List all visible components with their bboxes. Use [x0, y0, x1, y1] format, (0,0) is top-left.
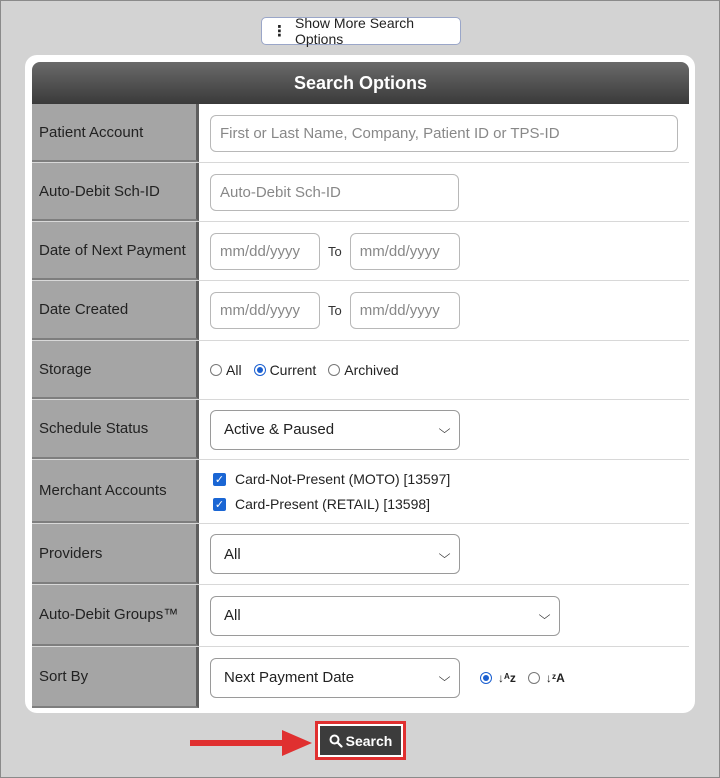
patient-account-input[interactable]: First or Last Name, Company, Patient ID …: [210, 114, 678, 152]
date-created-from-placeholder: mm/dd/yyyy: [220, 302, 301, 319]
next-payment-to-placeholder: mm/dd/yyyy: [359, 242, 440, 260]
sort-ascending-icon: ↓ᴬz: [498, 670, 516, 685]
date-created-label: Date Created: [32, 281, 199, 340]
arrow-right-icon: [190, 730, 312, 756]
auto-debit-id-placeholder: Auto-Debit Sch-ID: [220, 183, 341, 201]
schedule-status-label: Schedule Status: [32, 400, 199, 459]
chevron-down-icon: ⌵: [438, 670, 451, 684]
vertical-dots-icon: ⋮: [272, 23, 287, 40]
row-auto-debit-id: Auto-Debit Sch-ID Auto-Debit Sch-ID: [32, 163, 689, 222]
next-payment-to-label: To: [328, 243, 342, 259]
row-next-payment: Date of Next Payment mm/dd/yyyy To mm/dd…: [32, 222, 689, 281]
search-icon: [329, 734, 343, 748]
next-payment-to-input[interactable]: mm/dd/yyyy: [349, 232, 460, 270]
providers-value: All: [224, 545, 241, 563]
storage-option-archived-label: Archived: [344, 362, 399, 378]
radio-button-selected[interactable]: [253, 364, 266, 376]
row-storage: Storage All Current Archived: [32, 341, 689, 400]
auto-debit-groups-label: Auto-Debit Groups™: [32, 585, 199, 646]
chevron-down-icon: ⌵: [538, 608, 551, 622]
row-auto-debit-groups: Auto-Debit Groups™ All ⌵: [32, 585, 689, 647]
merchant-account-moto-label: Card-Not-Present (MOTO) [13597]: [235, 471, 451, 487]
search-button[interactable]: Search: [315, 721, 406, 760]
next-payment-from-input[interactable]: mm/dd/yyyy: [210, 232, 320, 270]
auto-debit-id-label: Auto-Debit Sch-ID: [32, 163, 199, 221]
next-payment-label: Date of Next Payment: [32, 222, 199, 280]
auto-debit-groups-select[interactable]: All ⌵: [210, 595, 560, 636]
next-payment-from-placeholder: mm/dd/yyyy: [220, 242, 301, 260]
providers-select[interactable]: All ⌵: [210, 534, 460, 574]
radio-button[interactable]: [527, 671, 540, 684]
show-more-options-button[interactable]: ⋮ Show More Search Options: [261, 15, 461, 47]
schedule-status-select[interactable]: Active & Paused ⌵: [210, 409, 460, 450]
merchant-account-moto[interactable]: ✓ Card-Not-Present (MOTO) [13597]: [213, 467, 450, 492]
chevron-down-icon: ⌵: [438, 422, 451, 436]
date-created-to-placeholder: mm/dd/yyyy: [359, 302, 440, 319]
row-schedule-status: Schedule Status Active & Paused ⌵: [32, 400, 689, 460]
patient-account-label: Patient Account: [32, 104, 199, 162]
sort-by-label: Sort By: [32, 647, 199, 708]
row-patient-account: Patient Account First or Last Name, Comp…: [32, 104, 689, 163]
auto-debit-id-input[interactable]: Auto-Debit Sch-ID: [210, 173, 459, 211]
sort-descending-icon: ↓ᶻA: [545, 670, 565, 685]
checkbox-checked-icon[interactable]: ✓: [213, 472, 226, 486]
row-merchant-accounts: Merchant Accounts ✓ Card-Not-Present (MO…: [32, 460, 689, 524]
storage-option-current-label: Current: [269, 362, 317, 378]
storage-label: Storage: [32, 341, 199, 399]
row-providers: Providers All ⌵: [32, 524, 689, 585]
radio-button[interactable]: [328, 364, 341, 376]
storage-option-all[interactable]: All: [210, 362, 242, 378]
checkbox-checked-icon[interactable]: ✓: [213, 497, 226, 511]
merchant-account-retail[interactable]: ✓ Card-Present (RETAIL) [13598]: [213, 492, 430, 517]
search-button-label: Search: [345, 732, 393, 749]
date-created-to-input[interactable]: mm/dd/yyyy: [349, 292, 460, 329]
show-more-options-label: Show More Search Options: [295, 15, 415, 47]
panel-title: Search Options: [32, 62, 689, 104]
date-created-to-label: To: [328, 303, 342, 318]
patient-account-placeholder: First or Last Name, Company, Patient ID …: [220, 124, 560, 142]
providers-label: Providers: [32, 524, 199, 584]
sort-by-select[interactable]: Next Payment Date ⌵: [210, 657, 460, 698]
date-created-from-input[interactable]: mm/dd/yyyy: [210, 292, 320, 329]
merchant-accounts-label: Merchant Accounts: [32, 460, 199, 523]
sort-by-value: Next Payment Date: [224, 669, 355, 686]
schedule-status-value: Active & Paused: [224, 421, 335, 438]
sort-ascending-option[interactable]: ↓ᴬz: [480, 671, 516, 685]
sort-descending-option[interactable]: ↓ᶻA: [527, 670, 565, 685]
chevron-down-icon: ⌵: [438, 546, 451, 561]
row-sort-by: Sort By Next Payment Date ⌵ ↓ᴬz ↓ᶻA: [32, 647, 689, 708]
radio-button-selected[interactable]: [480, 671, 492, 684]
merchant-account-retail-label: Card-Present (RETAIL) [13598]: [235, 496, 431, 512]
auto-debit-groups-value: All: [224, 607, 241, 624]
radio-button[interactable]: [210, 364, 222, 376]
storage-option-all-label: All: [226, 362, 242, 378]
storage-option-current[interactable]: Current: [253, 362, 317, 378]
storage-option-archived[interactable]: Archived: [328, 362, 399, 378]
row-date-created: Date Created mm/dd/yyyy To mm/dd/yyyy: [32, 281, 689, 341]
